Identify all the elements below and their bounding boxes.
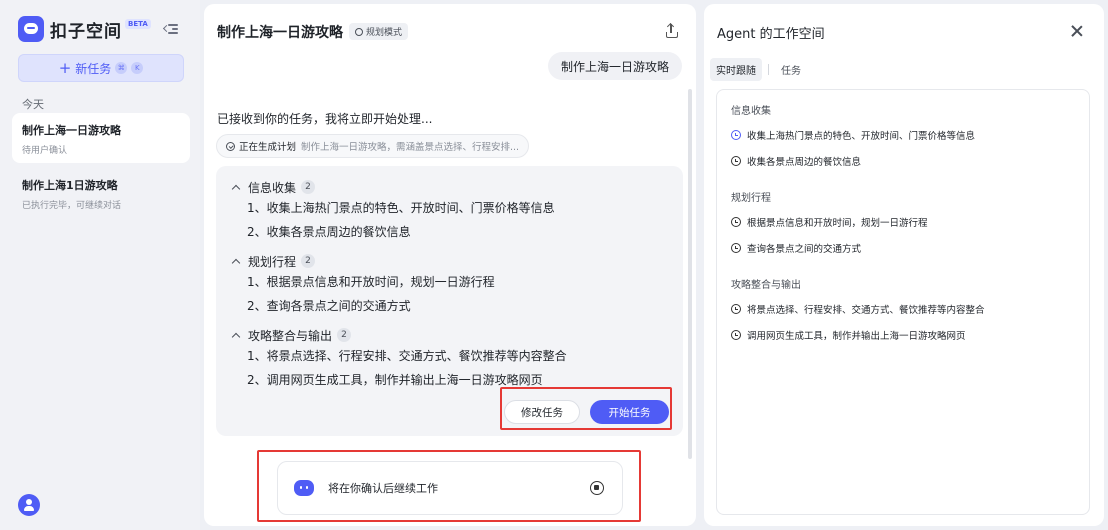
- agent-workspace-panel: Agent 的工作空间 实时跟随 任务 信息收集 收集上海热门景点的特色、开放时…: [704, 4, 1104, 526]
- plan-group-title: 规划行程: [248, 254, 297, 269]
- workspace-task-item[interactable]: 收集上海热门景点的特色、开放时间、门票价格等信息: [731, 122, 975, 148]
- share-icon[interactable]: [666, 22, 678, 38]
- plan-step-count: 2: [301, 180, 316, 194]
- app-name: 扣子空间: [50, 21, 122, 42]
- planning-mode-label: 规划模式: [366, 28, 403, 38]
- workspace-task-item[interactable]: 查询各景点之间的交通方式: [731, 235, 928, 261]
- highlight-box: [500, 387, 672, 430]
- plan-group-title: 信息收集: [248, 180, 297, 195]
- workspace-task-text: 将景点选择、行程安排、交通方式、餐饮推荐等内容整合: [747, 305, 985, 316]
- workspace-task-item[interactable]: 收集各景点周边的餐饮信息: [731, 148, 975, 174]
- clock-icon: [731, 217, 741, 227]
- workspace-task-list: 信息收集 收集上海热门景点的特色、开放时间、门票价格等信息 收集各景点周边的餐饮…: [716, 89, 1090, 515]
- planning-mode-badge[interactable]: 规划模式: [349, 23, 409, 40]
- beta-badge: BETA: [125, 19, 151, 29]
- plan-step: 1、根据景点信息和开放时间，规划一日游行程: [247, 275, 495, 289]
- workspace-task-text: 调用网页生成工具，制作并输出上海一日游攻略网页: [747, 331, 966, 342]
- workspace-tabs: 实时跟随 任务: [710, 58, 807, 81]
- shortcut-key: K: [131, 62, 144, 74]
- workspace-group-title: 信息收集: [731, 106, 771, 117]
- chat-panel: 制作上海一日游攻略 规划模式 制作上海一日游攻略 已接收到你的任务，我将立即开始…: [204, 4, 696, 526]
- plan-step: 1、将景点选择、行程安排、交通方式、餐饮推荐等内容整合: [247, 349, 567, 363]
- plan-group-header[interactable]: 规划行程 2: [230, 252, 495, 270]
- plan-group-header[interactable]: 攻略整合与输出 2: [230, 326, 567, 344]
- shortcut-key: ⌘: [115, 62, 128, 74]
- app-logo[interactable]: 扣子空间 BETA: [18, 16, 151, 42]
- workspace-group: 信息收集 收集上海热门景点的特色、开放时间、门票价格等信息 收集各景点周边的餐饮…: [731, 102, 975, 174]
- clock-icon: [731, 156, 741, 166]
- generating-desc: 制作上海一日游攻略，需涵盖景点选择、行程安排...: [301, 142, 520, 153]
- plan-card: 信息收集 2 1、收集上海热门景点的特色、开放时间、门票价格等信息 2、收集各景…: [216, 166, 683, 436]
- tab-tasks[interactable]: 任务: [775, 58, 807, 81]
- collapse-sidebar-icon[interactable]: [164, 23, 178, 35]
- new-task-label: 新任务: [75, 61, 112, 76]
- workspace-title: Agent 的工作空间: [717, 27, 825, 42]
- plan-group-title: 攻略整合与输出: [248, 328, 333, 343]
- clock-icon: [731, 330, 741, 340]
- history-item[interactable]: 制作上海1日游攻略 已执行完毕，可继续对话: [12, 168, 190, 218]
- plan-step-count: 2: [301, 254, 316, 268]
- chat-scrollbar[interactable]: [688, 89, 692, 459]
- highlight-box: [257, 450, 641, 522]
- plan-status-icon: [226, 141, 235, 151]
- tab-live-follow[interactable]: 实时跟随: [710, 58, 762, 81]
- workspace-task-item[interactable]: 调用网页生成工具，制作并输出上海一日游攻略网页: [731, 322, 985, 348]
- tab-divider: [768, 64, 769, 75]
- generating-label: 正在生成计划: [239, 142, 297, 153]
- workspace-task-text: 收集上海热门景点的特色、开放时间、门票价格等信息: [747, 131, 976, 142]
- clock-icon: [731, 304, 741, 314]
- chevron-up-icon: [231, 184, 241, 193]
- workspace-task-text: 查询各景点之间的交通方式: [747, 244, 862, 255]
- workspace-group-title: 攻略整合与输出: [731, 280, 801, 291]
- workspace-task-text: 根据景点信息和开放时间，规划一日游行程: [747, 218, 928, 229]
- history-item-status: 待用户确认: [22, 146, 68, 156]
- new-task-button[interactable]: + 新任务 ⌘ K: [18, 54, 184, 82]
- plan-step: 1、收集上海热门景点的特色、开放时间、门票价格等信息: [247, 201, 555, 215]
- close-icon[interactable]: [1070, 24, 1084, 38]
- history-item-title: 制作上海一日游攻略: [22, 124, 121, 137]
- workspace-task-text: 收集各景点周边的餐饮信息: [747, 157, 862, 168]
- history-item[interactable]: 制作上海一日游攻略 待用户确认: [12, 113, 190, 163]
- workspace-group-title: 规划行程: [731, 193, 771, 204]
- plan-step-count: 2: [337, 328, 352, 342]
- plan-step: 2、查询各景点之间的交通方式: [247, 299, 411, 313]
- planning-mode-icon: [355, 27, 363, 36]
- assistant-ack-text: 已接收到你的任务，我将立即开始处理...: [217, 112, 433, 126]
- user-message-bubble: 制作上海一日游攻略: [548, 52, 683, 80]
- generating-plan-pill[interactable]: 正在生成计划 制作上海一日游攻略，需涵盖景点选择、行程安排...: [216, 134, 530, 158]
- plan-group: 攻略整合与输出 2 1、将景点选择、行程安排、交通方式、餐饮推荐等内容整合 2、…: [230, 326, 567, 392]
- user-avatar-icon[interactable]: [18, 494, 40, 516]
- history-item-title: 制作上海1日游攻略: [22, 179, 118, 192]
- plan-group: 规划行程 2 1、根据景点信息和开放时间，规划一日游行程 2、查询各景点之间的交…: [230, 252, 495, 318]
- chat-title: 制作上海一日游攻略: [217, 25, 343, 41]
- plan-group-header[interactable]: 信息收集 2: [230, 178, 555, 196]
- logo-icon: [18, 16, 44, 42]
- plus-icon: +: [58, 58, 72, 77]
- plan-group: 信息收集 2 1、收集上海热门景点的特色、开放时间、门票价格等信息 2、收集各景…: [230, 178, 555, 244]
- plan-step: 2、收集各景点周边的餐饮信息: [247, 225, 411, 239]
- chevron-up-icon: [231, 332, 241, 341]
- history-item-status: 已执行完毕，可继续对话: [22, 201, 122, 211]
- clock-icon: [731, 130, 741, 140]
- clock-icon: [731, 243, 741, 253]
- workspace-task-item[interactable]: 根据景点信息和开放时间，规划一日游行程: [731, 209, 928, 235]
- history-day-label: 今天: [22, 98, 44, 111]
- chevron-up-icon: [231, 258, 241, 267]
- workspace-group: 攻略整合与输出 将景点选择、行程安排、交通方式、餐饮推荐等内容整合 调用网页生成…: [731, 276, 985, 348]
- sidebar: 扣子空间 BETA + 新任务 ⌘ K 今天 制作上海一日游攻略 待用户确认 制…: [0, 0, 200, 530]
- workspace-group: 规划行程 根据景点信息和开放时间，规划一日游行程 查询各景点之间的交通方式: [731, 189, 928, 261]
- workspace-task-item[interactable]: 将景点选择、行程安排、交通方式、餐饮推荐等内容整合: [731, 296, 985, 322]
